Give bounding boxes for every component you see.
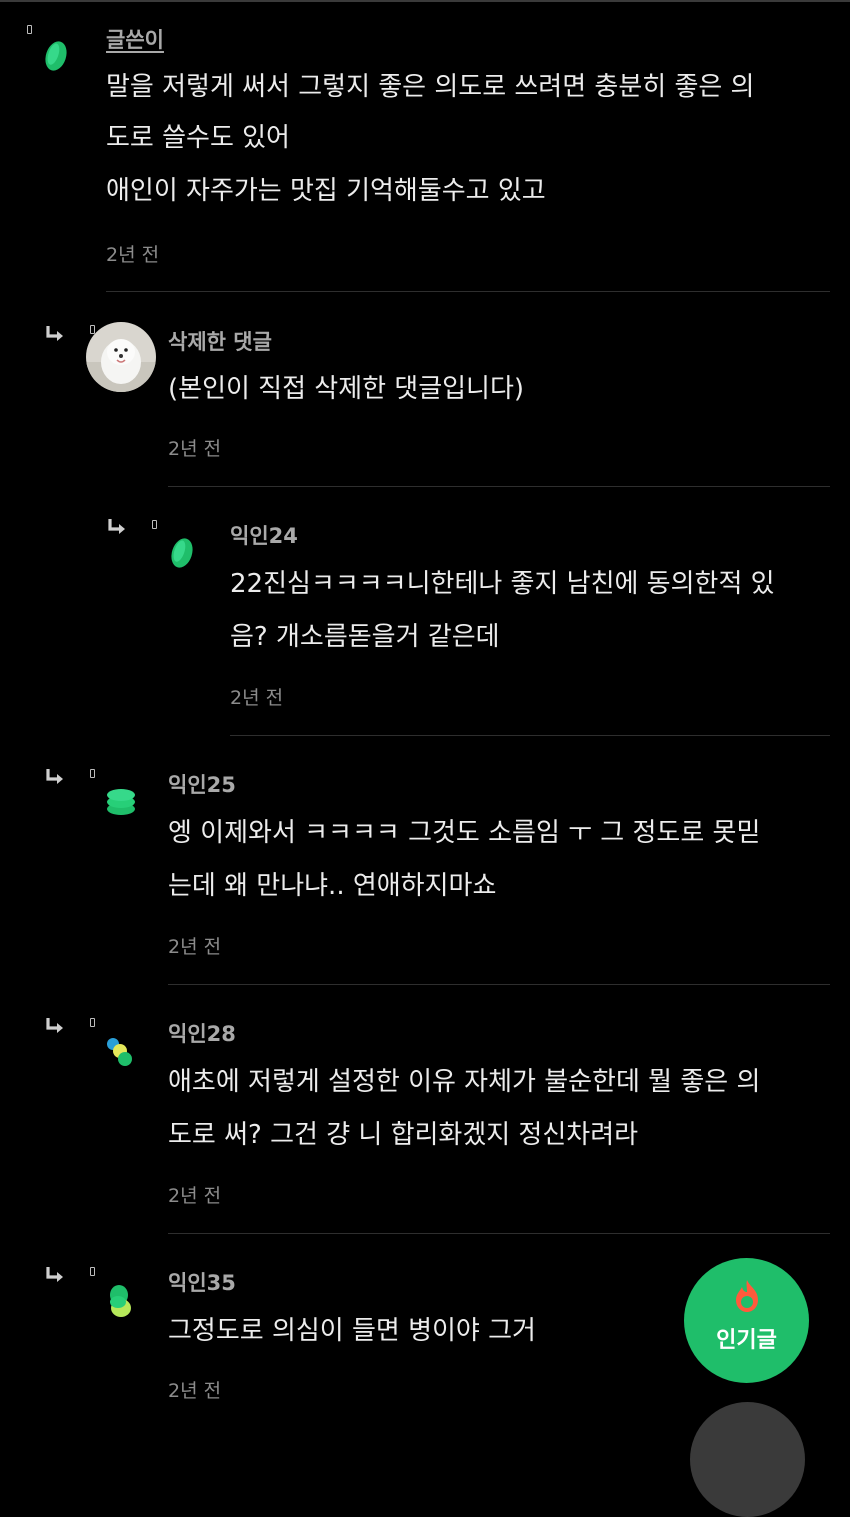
comment-divider xyxy=(106,291,830,292)
comment-divider xyxy=(168,984,830,985)
comment-author-name[interactable]: 익인24 xyxy=(230,520,298,550)
green-pebbles-avatar-icon[interactable] xyxy=(104,1282,136,1322)
author-avatar-icon[interactable] xyxy=(42,38,70,74)
comment-text-line: (본인이 직접 삭제한 댓글입니다) xyxy=(168,374,525,404)
comment-timestamp: 2년 전 xyxy=(168,438,222,460)
reply-arrow-icon xyxy=(46,326,63,341)
bubbles-avatar-icon[interactable] xyxy=(104,1032,136,1072)
comment-author-name[interactable]: 익인35 xyxy=(168,1267,236,1297)
stacked-coins-avatar-icon[interactable] xyxy=(104,787,138,817)
top-border xyxy=(0,0,850,2)
comment-text-line: 말을 저렇게 써서 그렇지 좋은 의도로 쓰려면 충분히 좋은 의 xyxy=(106,72,755,102)
comment-timestamp: 2년 전 xyxy=(168,1185,222,1207)
comment-text-line: 도로 써? 그건 걍 니 합리화겠지 정신차려라 xyxy=(168,1120,639,1150)
reply-arrow-icon xyxy=(46,1267,63,1282)
comment-text-line: 애인이 자주가는 맛집 기억해둘수고 있고 xyxy=(106,176,546,206)
comment-marker xyxy=(90,1267,95,1276)
comment-text-line: 도로 쓸수도 있어 xyxy=(106,123,290,153)
comment-text-line: 애초에 저렇게 설정한 이유 자체가 불순한데 뭘 좋은 의 xyxy=(168,1067,761,1097)
comment-author-name[interactable]: 익인25 xyxy=(168,769,236,799)
comment-text-line: 는데 왜 만나냐.. 연애하지마쇼 xyxy=(168,871,497,901)
reply-arrow-icon xyxy=(46,1018,63,1033)
green-seed-avatar-icon[interactable] xyxy=(168,535,196,571)
comment-timestamp: 2년 전 xyxy=(230,687,284,709)
comment-text-line: 그정도로 의심이 들면 병이야 그거 xyxy=(168,1316,536,1346)
comment-timestamp: 2년 전 xyxy=(168,936,222,958)
comment-text-line: 엥 이제와서 ㅋㅋㅋㅋ 그것도 소름임 ㅜ 그 정도로 못믿 xyxy=(168,818,761,848)
comment-text-line: 22진심ㅋㅋㅋㅋ니한테나 좋지 남친에 동의한적 있 xyxy=(230,569,775,599)
comment-author-name[interactable]: 익인28 xyxy=(168,1018,236,1048)
comment-author-name[interactable]: 삭제한 댓글 xyxy=(168,326,272,356)
fire-icon xyxy=(736,1280,758,1312)
popular-posts-button[interactable]: 인기글 xyxy=(684,1258,809,1383)
comment-divider xyxy=(230,735,830,736)
comment-author-name[interactable]: 글쓴이 xyxy=(106,24,164,54)
comment-marker xyxy=(90,769,95,778)
comment-text-line: 음? 개소름돋을거 같은데 xyxy=(230,622,500,652)
comment-divider xyxy=(168,1233,830,1234)
dog-avatar[interactable] xyxy=(86,322,156,392)
popular-posts-label: 인기글 xyxy=(716,1328,777,1353)
comment-divider xyxy=(168,486,830,487)
reply-arrow-icon xyxy=(46,769,63,784)
comment-timestamp: 2년 전 xyxy=(106,244,160,266)
comment-timestamp: 2년 전 xyxy=(168,1380,222,1402)
comment-marker xyxy=(90,1018,95,1027)
comment-marker xyxy=(27,25,32,34)
secondary-floating-button[interactable] xyxy=(690,1402,805,1517)
reply-arrow-icon xyxy=(108,519,125,534)
comment-marker xyxy=(152,520,157,529)
